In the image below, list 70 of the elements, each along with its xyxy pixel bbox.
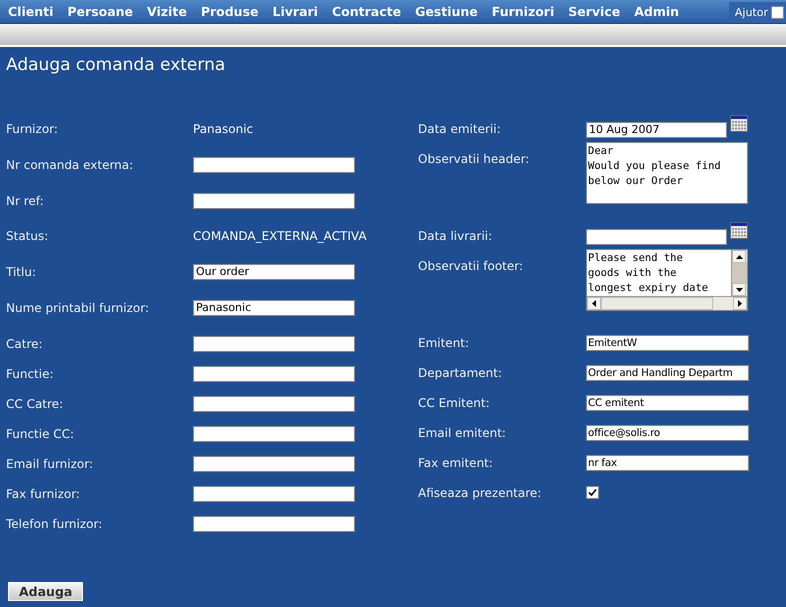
date-field[interactable]: 10 Aug 2007: [586, 122, 727, 138]
menu-item[interactable]: Service: [568, 4, 620, 19]
field-label: CC Emitent:: [418, 395, 491, 410]
menu-item[interactable]: Gestiune: [415, 4, 478, 19]
input-field[interactable]: [193, 396, 355, 412]
field-label: Nr ref:: [6, 192, 45, 208]
checkbox[interactable]: [586, 486, 599, 499]
help-checkbox[interactable]: [771, 6, 784, 19]
right-arrow-icon[interactable]: [738, 300, 742, 307]
menu-item[interactable]: Clienti: [8, 4, 54, 19]
input-field[interactable]: nr fax: [586, 455, 749, 471]
field-label: Departament:: [418, 365, 504, 380]
field-label: Afiseaza prezentare:: [418, 485, 542, 500]
field-label: Observatii footer:: [418, 258, 524, 273]
up-arrow-icon[interactable]: [736, 254, 742, 258]
input-field[interactable]: office@solis.ro: [586, 425, 749, 441]
field-label: Titlu:: [6, 264, 37, 280]
input-field[interactable]: [193, 456, 355, 472]
field-value: COMANDA_EXTERNA_ACTIVA: [193, 228, 367, 244]
input-field[interactable]: Order and Handling Departm: [586, 365, 749, 381]
add-button[interactable]: Adauga: [8, 582, 84, 601]
menu-item[interactable]: Admin: [634, 4, 680, 19]
input-field[interactable]: EmitentW: [586, 335, 749, 351]
field-label: Catre:: [6, 336, 44, 351]
field-label: Telefon furnizor:: [6, 516, 104, 531]
field-label: Nume printabil furnizor:: [6, 300, 150, 315]
field-label: Data emiterii:: [418, 121, 502, 136]
input-field[interactable]: Our order: [193, 264, 355, 280]
field-label: Emitent:: [418, 335, 470, 350]
date-field[interactable]: [586, 229, 727, 245]
page-title: Adauga comanda externa: [6, 55, 226, 77]
menu-item[interactable]: Vizite: [147, 4, 187, 19]
field-label: Fax emitent:: [418, 455, 494, 470]
input-field[interactable]: [193, 426, 355, 442]
field-label: Email furnizor:: [6, 456, 94, 471]
text-area[interactable]: Dear Would you please find below our Order: [586, 142, 748, 204]
left-arrow-icon[interactable]: [592, 300, 596, 307]
down-arrow-icon[interactable]: [736, 288, 742, 292]
field-value: Panasonic: [193, 121, 254, 136]
vertical-scrollbar[interactable]: [731, 250, 747, 296]
menu-item[interactable]: Persoane: [67, 4, 134, 19]
field-label: Status:: [6, 228, 50, 244]
horizontal-scrollbar[interactable]: [587, 296, 747, 310]
field-label: Observatii header:: [418, 151, 530, 166]
field-label: Email emitent:: [418, 425, 507, 440]
text-area-content: Dear Would you please find below our Order: [587, 144, 722, 189]
input-field[interactable]: CC emitent: [586, 395, 749, 411]
text-area-content: Please send the goods with the longest expiry date: [587, 251, 710, 296]
input-field[interactable]: [193, 486, 355, 502]
help-label: Ajutor: [734, 6, 768, 19]
menu-item[interactable]: Furnizori: [492, 4, 554, 19]
field-label: Data livrarii:: [418, 228, 494, 243]
input-field[interactable]: Panasonic: [193, 300, 355, 316]
field-label: CC Catre:: [6, 396, 64, 411]
input-field[interactable]: [193, 156, 355, 173]
input-field[interactable]: [193, 366, 355, 382]
input-field[interactable]: [193, 516, 355, 532]
field-label: Functie CC:: [6, 426, 76, 441]
calendar-icon[interactable]: [730, 222, 748, 239]
field-label: Fax furnizor:: [6, 486, 81, 501]
menu-item[interactable]: Produse: [200, 4, 258, 19]
menu-item[interactable]: Livrari: [272, 4, 318, 19]
text-area[interactable]: Please send the goods with the longest expiry date: [586, 249, 748, 311]
menu-item[interactable]: Contracte: [332, 4, 402, 19]
calendar-icon[interactable]: [730, 115, 748, 132]
field-label: Furnizor:: [6, 121, 59, 136]
input-field[interactable]: [193, 192, 355, 209]
field-label: Functie:: [6, 366, 55, 381]
input-field[interactable]: [193, 336, 355, 352]
field-label: Nr comanda externa:: [6, 156, 134, 172]
